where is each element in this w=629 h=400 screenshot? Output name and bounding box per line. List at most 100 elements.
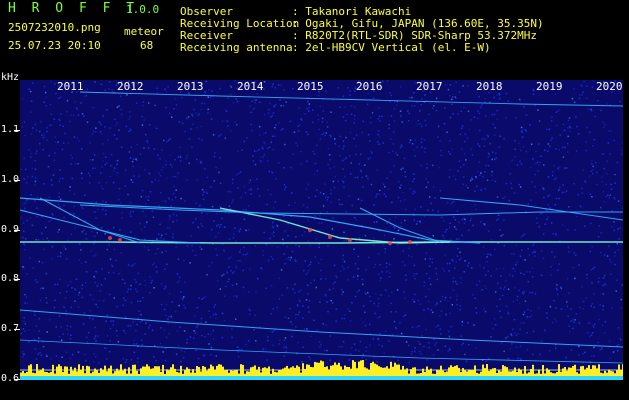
noise-speckle (517, 333, 519, 335)
noise-speckle (467, 187, 469, 189)
noise-speckle (421, 97, 423, 100)
noise-speckle (57, 141, 59, 143)
noise-speckle (95, 217, 97, 219)
noise-speckle (492, 123, 494, 125)
noise-speckle (452, 289, 455, 291)
noise-speckle (217, 232, 220, 234)
noise-speckle (206, 213, 208, 215)
noise-speckle (344, 119, 347, 122)
noise-speckle (124, 169, 127, 171)
noise-speckle (341, 265, 344, 268)
noise-speckle (105, 209, 107, 212)
noise-speckle (151, 210, 154, 212)
noise-speckle (41, 232, 43, 235)
noise-speckle (482, 246, 485, 248)
noise-speckle (595, 161, 597, 164)
noise-speckle (574, 277, 576, 280)
noise-speckle (496, 94, 499, 96)
noise-speckle (25, 182, 28, 184)
noise-speckle (504, 196, 506, 198)
noise-speckle (424, 258, 426, 260)
noise-speckle (132, 165, 134, 168)
noise-speckle (400, 115, 402, 117)
noise-speckle (298, 107, 301, 109)
noise-speckle (37, 337, 40, 339)
noise-speckle (316, 144, 318, 146)
noise-speckle (392, 131, 395, 133)
noise-speckle (586, 126, 588, 129)
noise-speckle (319, 191, 322, 194)
noise-speckle (409, 139, 412, 141)
noise-speckle (610, 183, 612, 186)
noise-speckle (95, 127, 97, 129)
noise-speckle (504, 286, 506, 288)
noise-speckle (408, 96, 411, 99)
noise-speckle (309, 244, 312, 246)
noise-speckle (356, 278, 359, 281)
noise-speckle (316, 170, 318, 172)
noise-speckle (535, 192, 537, 194)
noise-speckle (175, 189, 177, 191)
noise-speckle (101, 133, 103, 135)
noise-speckle (302, 305, 304, 307)
noise-speckle (426, 359, 428, 361)
noise-speckle (589, 250, 592, 253)
noise-speckle (483, 145, 486, 147)
noise-speckle (550, 266, 552, 268)
noise-speckle (106, 162, 108, 164)
noise-speckle (105, 201, 107, 203)
noise-speckle (523, 273, 525, 276)
noise-speckle (29, 217, 32, 219)
noise-speckle (177, 172, 179, 174)
noise-speckle (284, 263, 286, 265)
noise-speckle (475, 307, 477, 309)
noise-speckle (203, 191, 205, 193)
noise-speckle (272, 344, 274, 347)
noise-speckle (196, 179, 198, 181)
noise-speckle (295, 326, 297, 328)
noise-speckle (460, 257, 462, 260)
noise-speckle (546, 218, 548, 221)
noise-speckle (62, 125, 64, 127)
noise-speckle (95, 201, 97, 204)
noise-speckle (557, 269, 559, 271)
noise-speckle (248, 291, 250, 293)
noise-speckle (298, 311, 301, 313)
noise-speckle (184, 200, 186, 202)
noise-speckle (108, 293, 111, 296)
noise-speckle (365, 350, 367, 352)
noise-speckle (451, 148, 453, 150)
noise-speckle (144, 279, 146, 282)
noise-speckle (249, 105, 251, 107)
noise-speckle (208, 265, 210, 267)
noise-speckle (427, 308, 429, 310)
noise-speckle (409, 188, 411, 190)
noise-speckle (601, 347, 603, 350)
noise-speckle (211, 205, 214, 208)
noise-speckle (309, 358, 312, 361)
noise-speckle (605, 195, 607, 198)
noise-speckle (530, 166, 532, 169)
noise-speckle (133, 175, 135, 177)
noise-speckle (590, 109, 593, 112)
noise-speckle (182, 298, 184, 301)
noise-speckle (48, 319, 51, 321)
noise-speckle (402, 261, 404, 263)
noise-speckle (355, 219, 357, 221)
noise-speckle (516, 164, 519, 166)
noise-speckle (234, 121, 236, 123)
noise-speckle (154, 178, 157, 181)
spectrogram-plot[interactable] (20, 80, 623, 380)
noise-speckle (617, 326, 620, 329)
noise-speckle (425, 328, 427, 331)
noise-speckle (352, 276, 355, 278)
noise-speckle (614, 251, 616, 254)
noise-speckle (592, 169, 594, 171)
noise-speckle (618, 238, 620, 240)
noise-speckle (546, 312, 548, 314)
noise-speckle (305, 273, 307, 276)
noise-speckle (574, 229, 576, 231)
noise-speckle (48, 220, 51, 223)
noise-speckle (265, 287, 267, 290)
noise-speckle (207, 333, 209, 335)
